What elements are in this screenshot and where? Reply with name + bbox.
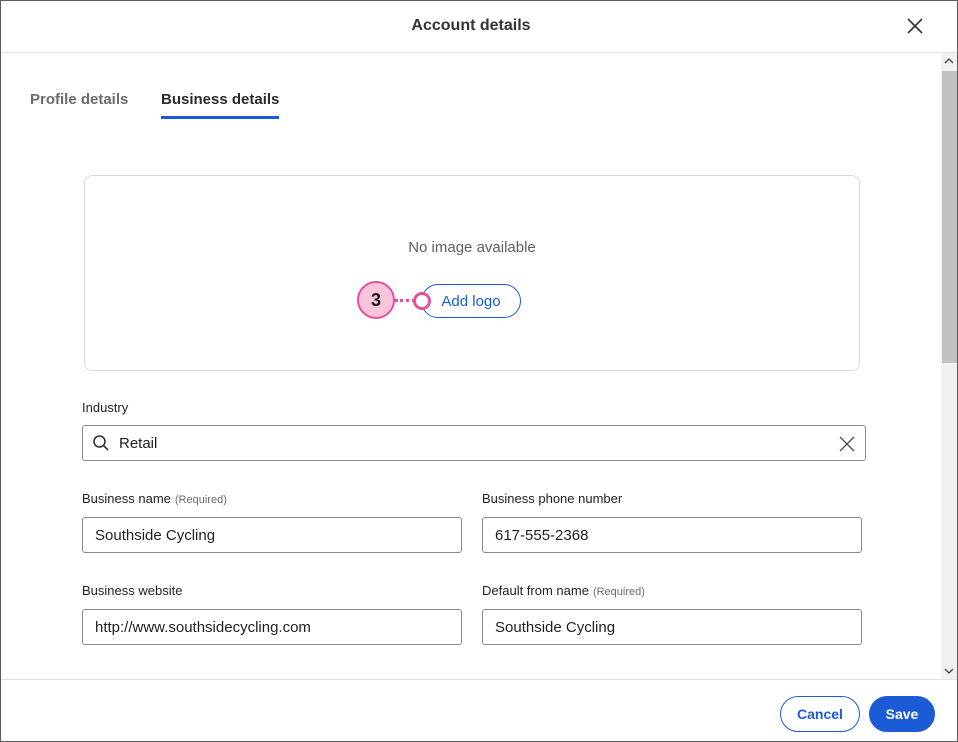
business-website-field[interactable] (82, 609, 462, 645)
clear-icon[interactable] (838, 435, 856, 453)
logo-upload-area: No image available Add logo (84, 175, 860, 371)
dialog-header: Account details (1, 1, 957, 53)
industry-value: Retail (119, 435, 158, 452)
business-phone-label: Business phone number (482, 491, 623, 506)
required-marker: (Required) (592, 586, 645, 598)
scroll-down-arrow-icon[interactable] (944, 667, 954, 675)
default-from-name-label-text: Default from name (482, 583, 589, 598)
dialog-title: Account details (411, 17, 531, 34)
close-button[interactable] (903, 14, 927, 38)
save-button[interactable]: Save (869, 696, 935, 732)
business-name-field[interactable] (82, 517, 462, 553)
tab-profile-details[interactable]: Profile details (30, 91, 128, 108)
industry-label: Industry (82, 400, 129, 415)
dialog-content: Profile details Business details No imag… (1, 53, 941, 679)
vertical-scrollbar[interactable] (941, 53, 957, 679)
business-phone-field[interactable] (482, 517, 862, 553)
scrollbar-thumb[interactable] (942, 71, 957, 363)
dialog-footer: Cancel Save (1, 679, 957, 741)
account-details-dialog: Account details Profile details Business… (0, 0, 958, 742)
callout-ring-marker (413, 292, 431, 310)
cancel-button[interactable]: Cancel (780, 696, 860, 732)
business-name-label-text: Business name (82, 491, 171, 506)
business-website-label: Business website (82, 583, 183, 598)
add-logo-button[interactable]: Add logo (421, 284, 521, 318)
default-from-name-field[interactable] (482, 609, 862, 645)
business-name-label: Business name (Required) (82, 491, 227, 506)
callout-connector (395, 299, 415, 302)
active-tab-indicator (161, 116, 279, 119)
close-icon (907, 18, 923, 34)
callout-badge: 3 (357, 281, 395, 319)
search-icon (93, 435, 109, 451)
no-image-text: No image available (408, 239, 536, 256)
required-marker: (Required) (174, 494, 227, 506)
tab-business-details[interactable]: Business details (161, 91, 279, 108)
default-from-name-label: Default from name (Required) (482, 583, 645, 598)
scroll-up-arrow-icon[interactable] (944, 57, 954, 65)
industry-search-field[interactable]: Retail (82, 425, 866, 461)
